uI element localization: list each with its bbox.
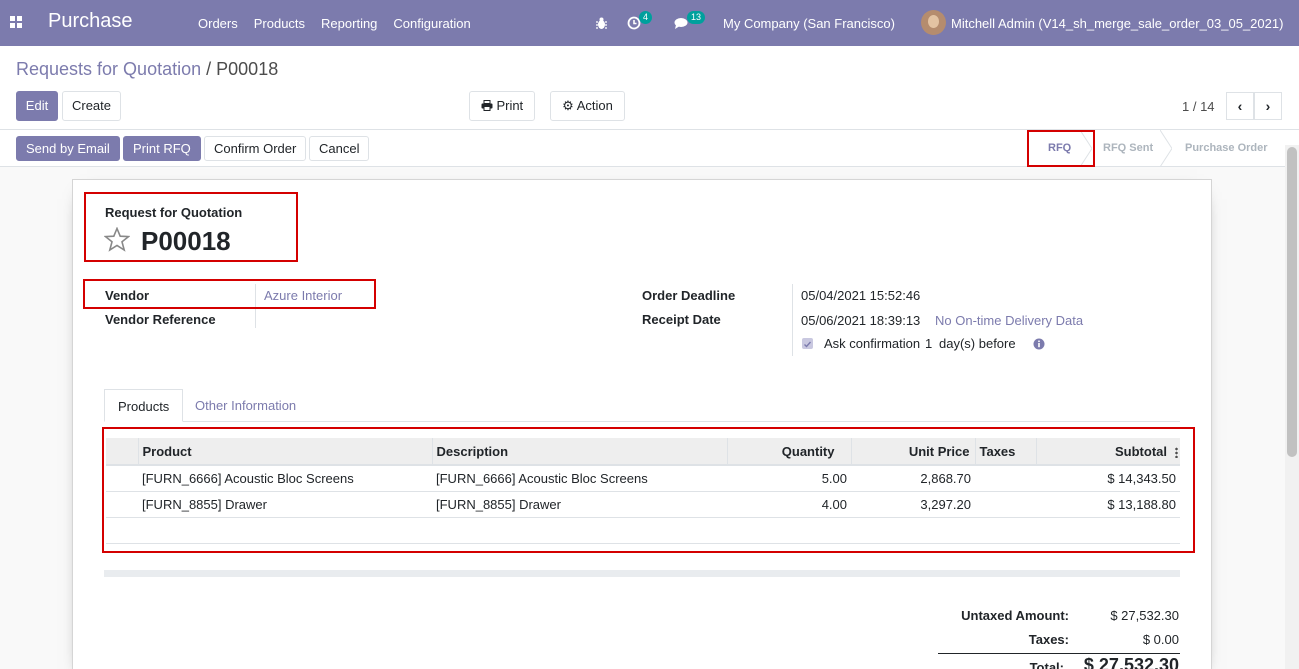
print-menu-button[interactable]: Print bbox=[469, 91, 535, 121]
ask-confirmation-checkbox[interactable] bbox=[802, 338, 813, 349]
tab-other-information[interactable]: Other Information bbox=[182, 389, 309, 422]
menu-products[interactable]: Products bbox=[246, 16, 313, 31]
status-bar: Send by Email Print RFQ Confirm Order Ca… bbox=[0, 130, 1299, 167]
apps-menu-icon[interactable] bbox=[10, 16, 22, 28]
breadcrumb-parent[interactable]: Requests for Quotation bbox=[16, 59, 201, 79]
stage-divider bbox=[1160, 130, 1172, 167]
ask-confirmation-suffix: day(s) before bbox=[939, 336, 1016, 351]
field-divider bbox=[792, 284, 793, 356]
taxes-label: Taxes: bbox=[1028, 632, 1069, 647]
top-navbar: Purchase Orders Products Reporting Confi… bbox=[0, 0, 1299, 46]
chevron-right-icon: › bbox=[1265, 98, 1271, 114]
print-rfq-button[interactable]: Print RFQ bbox=[123, 136, 201, 161]
on-time-delivery-link[interactable]: No On-time Delivery Data bbox=[935, 313, 1083, 328]
breadcrumb-separator: / bbox=[206, 59, 212, 79]
message-count-badge: 13 bbox=[687, 10, 706, 24]
debug-bug-icon[interactable] bbox=[595, 0, 609, 46]
untaxed-amount-label: Untaxed Amount: bbox=[961, 608, 1069, 623]
action-label: Action bbox=[576, 98, 613, 113]
send-by-email-button[interactable]: Send by Email bbox=[16, 136, 120, 161]
menu-reporting[interactable]: Reporting bbox=[313, 16, 385, 31]
action-menu-button[interactable]: ⚙ Action bbox=[550, 91, 625, 121]
vendor-reference-label: Vendor Reference bbox=[105, 312, 216, 327]
edit-button[interactable]: Edit bbox=[16, 91, 58, 121]
user-menu[interactable]: Mitchell Admin (V14_sh_merge_sale_order_… bbox=[951, 0, 1283, 46]
highlight-box-lines bbox=[102, 427, 1195, 553]
stage-rfq-sent[interactable]: RFQ Sent bbox=[1103, 130, 1153, 167]
pager-next-button[interactable]: › bbox=[1254, 92, 1282, 120]
highlight-box-vendor bbox=[83, 279, 376, 309]
receipt-date-field[interactable]: 05/06/2021 18:39:13 bbox=[801, 313, 920, 328]
activity-count-badge: 4 bbox=[639, 10, 653, 24]
taxes-value: $ 0.00 bbox=[1142, 632, 1179, 647]
company-switcher[interactable]: My Company (San Francisco) bbox=[723, 0, 895, 46]
notebook-tabs: Products Other Information bbox=[104, 389, 1180, 422]
control-panel: Requests for Quotation / P00018 Edit Cre… bbox=[0, 46, 1299, 130]
stage-purchase-order[interactable]: Purchase Order bbox=[1185, 130, 1268, 167]
menu-orders[interactable]: Orders bbox=[190, 16, 246, 31]
menu-configuration[interactable]: Configuration bbox=[385, 16, 478, 31]
ask-confirmation-label: Ask confirmation bbox=[824, 336, 921, 351]
activity-clock-icon[interactable]: 4 bbox=[627, 0, 653, 46]
cancel-button[interactable]: Cancel bbox=[309, 136, 370, 161]
user-avatar[interactable] bbox=[921, 10, 946, 35]
total-value: $ 27,532.30 bbox=[1083, 655, 1179, 669]
printer-icon bbox=[481, 98, 493, 113]
confirm-order-button[interactable]: Confirm Order bbox=[204, 136, 307, 161]
order-deadline-field[interactable]: 05/04/2021 15:52:46 bbox=[801, 288, 920, 303]
messages-chat-icon[interactable]: 13 bbox=[674, 0, 706, 46]
highlight-box-title bbox=[84, 192, 298, 262]
main-menu: Orders Products Reporting Configuration bbox=[190, 0, 479, 46]
order-deadline-label: Order Deadline bbox=[642, 288, 736, 303]
tab-products[interactable]: Products bbox=[104, 389, 184, 422]
print-label: Print bbox=[496, 98, 524, 113]
untaxed-amount-value: $ 27,532.30 bbox=[1110, 608, 1179, 623]
ask-confirmation-days-field[interactable]: 1 bbox=[925, 336, 932, 351]
breadcrumb-current: P00018 bbox=[216, 59, 279, 79]
pager-value[interactable]: 1 / 14 bbox=[1182, 99, 1215, 114]
breadcrumb: Requests for Quotation / P00018 bbox=[16, 59, 278, 80]
gear-icon: ⚙ bbox=[562, 98, 574, 113]
create-button[interactable]: Create bbox=[62, 91, 121, 121]
receipt-date-label: Receipt Date bbox=[642, 312, 721, 327]
checkmark-icon bbox=[804, 341, 812, 348]
info-icon[interactable] bbox=[1033, 338, 1045, 353]
highlight-box-stage bbox=[1027, 130, 1095, 167]
lines-footer-bar bbox=[104, 570, 1180, 577]
pager-previous-button[interactable]: ‹ bbox=[1226, 92, 1254, 120]
scrollbar-thumb[interactable] bbox=[1287, 147, 1297, 457]
totals-separator bbox=[938, 653, 1180, 654]
app-name[interactable]: Purchase bbox=[48, 10, 133, 33]
page-scrollbar[interactable] bbox=[1285, 145, 1299, 669]
chevron-left-icon: ‹ bbox=[1237, 98, 1243, 114]
